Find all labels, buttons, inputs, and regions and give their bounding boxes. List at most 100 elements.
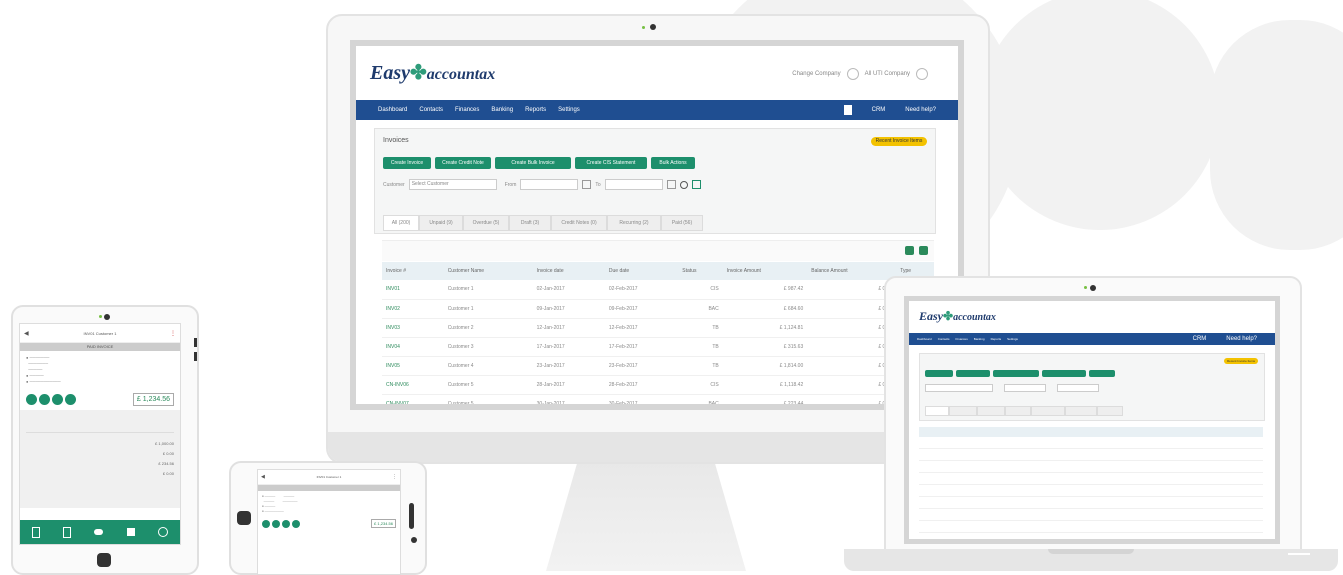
tab-draft[interactable] [1005,406,1031,416]
bulk-actions-button[interactable] [1089,370,1115,377]
table-row[interactable] [919,449,1263,461]
tab-credit-notes[interactable] [1031,406,1065,416]
table-row[interactable] [919,509,1263,521]
nav-dashboard[interactable]: Dashboard [378,107,407,113]
nav-contacts[interactable]: Contacts [938,337,950,341]
nav-finances[interactable]: Finances [455,107,479,113]
table-row[interactable] [919,437,1263,449]
document-icon[interactable] [31,526,40,538]
tab-all[interactable]: All (200) [383,215,419,231]
nav-dashboard[interactable]: Dashboard [917,337,932,341]
app-logo[interactable]: Easy✤accountax [370,60,495,85]
table-row[interactable]: INV01 Customer 1 02-Jan-2017 02-Feb-2017 CIS… [382,280,934,300]
create-cis-statement-button[interactable]: Create CIS Statement [575,157,647,169]
table-cell[interactable]: INV05 [382,356,444,376]
create-bulk-invoice-button[interactable] [993,370,1039,377]
nav-finances[interactable]: Finances [956,337,968,341]
calendar-icon[interactable] [582,180,592,189]
change-company-link[interactable]: Change Company [792,71,840,77]
table-cell[interactable]: CN-INV06 [382,375,444,395]
refresh-icon[interactable] [691,180,701,189]
create-bulk-invoice-button[interactable]: Create Bulk Invoice [495,157,571,169]
table-row[interactable]: INV02 Customer 1 09-Jan-2017 09-Feb-2017 BAC… [382,299,934,319]
crm-link[interactable]: CRM [1193,336,1207,342]
column-header[interactable]: Invoice Amount [722,262,808,280]
action-circle-icon[interactable] [52,394,63,405]
chevron-down-icon[interactable] [846,68,859,80]
recent-items-button[interactable]: Recent Invoice Items [1224,358,1258,364]
to-date-input[interactable] [604,179,663,190]
tab-credit-notes[interactable]: Credit Notes (0) [551,215,607,231]
customer-select[interactable]: Select Customer [408,179,497,190]
tab-paid[interactable] [1097,406,1123,416]
column-header[interactable]: Customer Name [443,262,533,280]
customer-select[interactable] [925,384,993,392]
create-invoice-button[interactable] [925,370,953,377]
company-selector[interactable]: All UTI Company [865,71,910,77]
nav-settings[interactable]: Settings [558,107,580,113]
crm-icon[interactable] [843,105,852,115]
nav-banking[interactable]: Banking [974,337,985,341]
table-row[interactable]: INV03 Customer 2 12-Jan-2017 12-Feb-2017 TB £… [382,318,934,338]
table-row[interactable] [919,521,1263,533]
action-circle-icon[interactable] [292,519,300,528]
document-icon[interactable] [63,526,72,538]
action-circle-icon[interactable] [39,394,50,405]
nav-settings[interactable]: Settings [1007,337,1018,341]
from-date-input[interactable] [520,179,579,190]
gear-icon[interactable] [158,527,169,537]
cloud-icon[interactable] [94,529,104,535]
column-header[interactable]: Invoice # [382,262,444,280]
create-cis-statement-button[interactable] [1042,370,1086,377]
home-button[interactable] [237,511,251,525]
nav-banking[interactable]: Banking [491,107,513,113]
to-date-input[interactable] [1057,384,1099,392]
crm-link[interactable]: CRM [872,107,886,113]
nav-reports[interactable]: Reports [991,337,1002,341]
search-icon[interactable] [679,180,688,189]
back-icon[interactable]: ◀ [24,330,29,337]
table-cell[interactable]: INV04 [382,337,444,357]
column-header[interactable]: Due date [604,262,679,280]
tab-unpaid[interactable]: Unpaid (9) [419,215,463,231]
table-row[interactable] [919,485,1263,497]
export-icon[interactable] [919,246,928,255]
table-cell[interactable]: INV02 [382,299,444,319]
column-header[interactable]: Balance Amount [807,262,897,280]
help-link[interactable]: Need help? [905,107,936,113]
list-icon[interactable] [126,528,135,536]
tab-overdue[interactable]: Overdue (5) [463,215,509,231]
bulk-actions-button[interactable]: Bulk Actions [651,157,695,169]
print-icon[interactable] [905,246,914,255]
more-icon[interactable]: ⋮ [392,474,397,480]
table-row[interactable]: INV04 Customer 3 17-Jan-2017 17-Feb-2017 TB £… [382,337,934,357]
table-row[interactable]: INV05 Customer 4 23-Jan-2017 23-Feb-2017 TB £… [382,356,934,376]
create-credit-note-button[interactable] [956,370,990,377]
tab-all[interactable] [925,406,949,416]
tab-recurring[interactable] [1065,406,1097,416]
from-date-input[interactable] [1004,384,1046,392]
table-cell[interactable]: CN-INV07 [382,394,444,404]
column-header[interactable]: Invoice date [532,262,605,280]
action-circle-icon[interactable] [65,394,76,405]
nav-reports[interactable]: Reports [525,107,546,113]
create-invoice-button[interactable]: Create Invoice [383,157,431,169]
action-circle-icon[interactable] [282,519,290,528]
home-button[interactable] [97,553,111,567]
table-row[interactable]: CN-INV07 Customer 5 30-Jan-2017 30-Feb-2017… [382,394,934,404]
more-icon[interactable]: ⋮ [170,330,176,337]
tab-paid[interactable]: Paid (56) [661,215,703,231]
create-credit-note-button[interactable]: Create Credit Note [435,157,491,169]
tab-overdue[interactable] [977,406,1005,416]
action-circle-icon[interactable] [26,394,37,405]
tab-unpaid[interactable] [949,406,977,416]
table-row[interactable] [919,473,1263,485]
chevron-down-icon[interactable] [916,68,928,80]
table-row[interactable] [919,461,1263,473]
back-icon[interactable]: ◀ [261,474,265,480]
action-circle-icon[interactable] [272,519,280,528]
tab-draft[interactable]: Draft (3) [509,215,551,231]
help-link[interactable]: Need help? [1226,336,1257,342]
calendar-icon[interactable] [666,180,676,189]
column-header[interactable]: Status [678,262,723,280]
